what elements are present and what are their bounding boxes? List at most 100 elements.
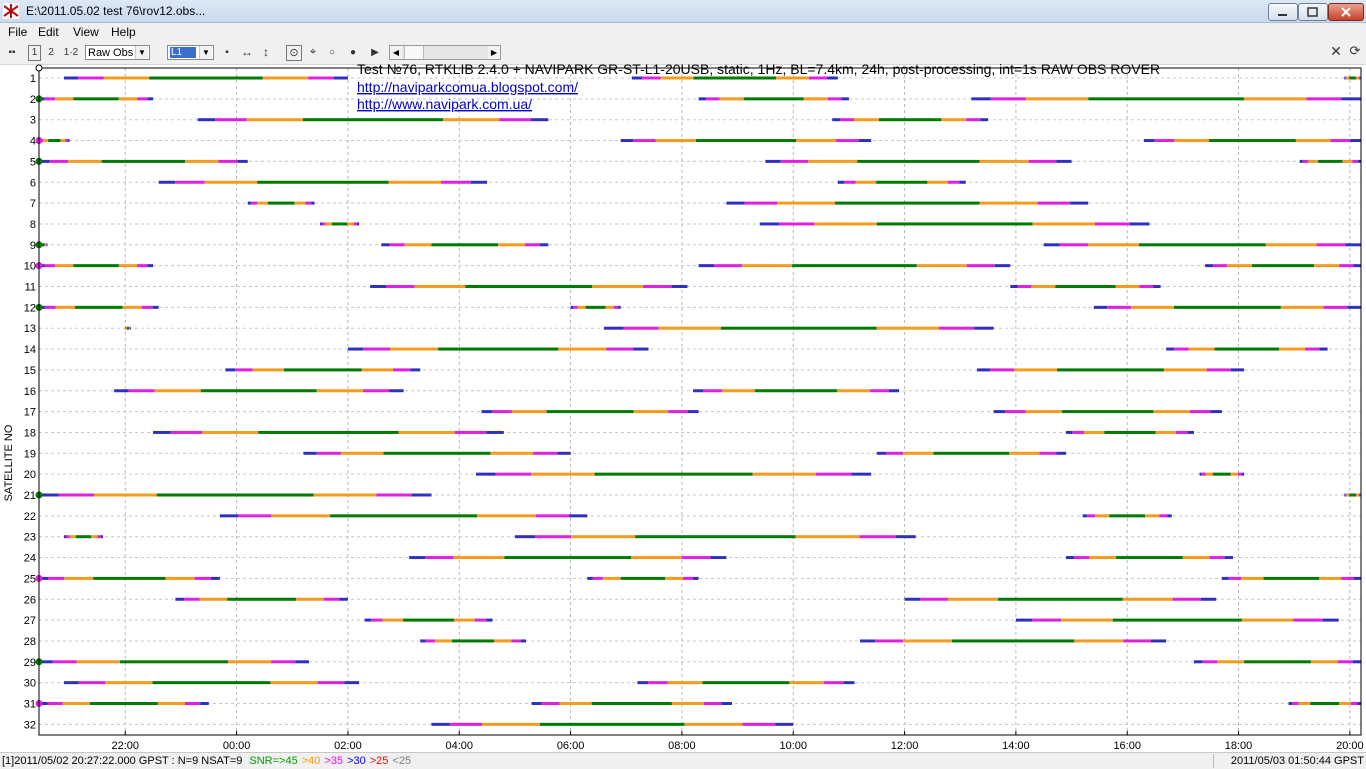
close-button[interactable] bbox=[1328, 3, 1364, 21]
pass-segment bbox=[1056, 159, 1072, 163]
pass-segment bbox=[431, 243, 499, 247]
pass-segment bbox=[340, 451, 384, 455]
y-tick-label: 30 bbox=[24, 678, 36, 690]
satellite-pass bbox=[364, 618, 493, 622]
pass-segment bbox=[1094, 222, 1130, 226]
site-link[interactable]: http://www.navipark.com.ua/ bbox=[357, 96, 532, 112]
pass-segment bbox=[1237, 472, 1242, 476]
satellite-pass bbox=[197, 118, 549, 122]
pass-segment bbox=[557, 451, 571, 455]
pass-segment bbox=[453, 556, 505, 560]
pass-segment bbox=[1347, 305, 1361, 309]
menu-edit[interactable]: Edit bbox=[38, 25, 59, 39]
pass-segment bbox=[1150, 639, 1167, 643]
y-tick-label: 1 bbox=[30, 73, 36, 85]
obs-type-select[interactable]: Raw Obs ▼ bbox=[85, 45, 150, 60]
dot-icon[interactable]: ▪ bbox=[222, 46, 232, 60]
pass-segment bbox=[998, 597, 1123, 601]
plot-onetwo-button[interactable]: 1·2 bbox=[63, 46, 79, 60]
y-tick-label: 7 bbox=[30, 198, 36, 210]
pass-segment bbox=[353, 222, 358, 226]
pass-segment bbox=[347, 347, 363, 351]
pass-segment bbox=[303, 451, 317, 455]
pass-segment bbox=[218, 159, 238, 163]
maximize-button[interactable] bbox=[1298, 3, 1328, 21]
pass-segment bbox=[490, 451, 534, 455]
pass-segment bbox=[1221, 576, 1229, 580]
pass-segment bbox=[511, 410, 547, 414]
origin-marker bbox=[35, 64, 43, 72]
pass-segment bbox=[44, 243, 47, 247]
circle-icon[interactable]: ○ bbox=[327, 46, 337, 60]
pass-segment bbox=[1061, 618, 1113, 622]
pass-segment bbox=[227, 660, 272, 664]
pass-segment bbox=[721, 389, 755, 393]
y-tick-label: 9 bbox=[30, 240, 36, 252]
pass-segment bbox=[137, 97, 148, 101]
menu-file[interactable]: File bbox=[8, 25, 27, 39]
pass-segment bbox=[44, 97, 55, 101]
pass-segment bbox=[648, 681, 668, 685]
pass-segment bbox=[44, 264, 55, 268]
pass-segment bbox=[165, 576, 195, 580]
center-origin-icon[interactable]: ⊙ bbox=[286, 45, 302, 61]
scroll-right-icon[interactable]: ▶ bbox=[488, 46, 500, 59]
pass-segment bbox=[904, 597, 921, 601]
pass-segment bbox=[1280, 305, 1324, 309]
pass-segment bbox=[52, 660, 77, 664]
satellite-pass bbox=[1010, 285, 1161, 288]
menu-help[interactable]: Help bbox=[111, 25, 136, 39]
y-tick-label: 29 bbox=[24, 657, 36, 669]
satellite-pass bbox=[1205, 264, 1361, 268]
pass-segment bbox=[1115, 285, 1140, 288]
status-time: [1]2011/05/02 20:27:22.000 GPST : N=9 NS… bbox=[2, 755, 243, 767]
pass-segment bbox=[69, 535, 76, 539]
pass-segment bbox=[1206, 368, 1231, 372]
band-select[interactable]: L1 ▼ bbox=[167, 45, 214, 60]
satellite-pass bbox=[481, 410, 699, 414]
crosshair-icon[interactable]: ⌖ bbox=[306, 45, 320, 59]
pass-segment bbox=[875, 639, 903, 643]
play-icon[interactable]: ▶ bbox=[370, 46, 380, 60]
pass-segment bbox=[43, 139, 49, 143]
plot-one-button[interactable]: 1 bbox=[28, 45, 41, 61]
point-icon[interactable]: ● bbox=[348, 46, 358, 60]
fit-vertical-icon[interactable]: ↕ bbox=[260, 45, 272, 59]
close-icon[interactable]: ✕ bbox=[1329, 44, 1343, 58]
x-tick-label: 22:00 bbox=[112, 740, 140, 752]
minimize-button[interactable] bbox=[1268, 3, 1298, 21]
pass-segment bbox=[743, 97, 804, 101]
pass-segment bbox=[1056, 451, 1066, 455]
fit-horizontal-icon[interactable]: ↔ bbox=[239, 45, 255, 59]
pass-segment bbox=[796, 139, 837, 143]
satellite-pass bbox=[759, 222, 1150, 226]
pass-segment bbox=[141, 305, 153, 309]
scroll-left-icon[interactable]: ◀ bbox=[390, 46, 402, 59]
pass-segment bbox=[558, 347, 607, 351]
x-tick-label: 12:00 bbox=[891, 740, 919, 752]
pass-segment bbox=[320, 222, 323, 226]
pass-segment bbox=[1104, 430, 1156, 434]
pass-segment bbox=[322, 222, 326, 226]
pass-segment bbox=[839, 118, 855, 122]
blog-link[interactable]: http://naviparkcomua.blogspot.com/ bbox=[357, 79, 578, 95]
time-scrollbar[interactable]: ◀ ▶ bbox=[389, 45, 501, 60]
satellite-pass bbox=[587, 576, 699, 580]
pass-segment bbox=[449, 722, 483, 726]
pass-segment bbox=[390, 347, 439, 351]
pass-segment bbox=[1032, 618, 1062, 622]
pass-segment bbox=[1189, 410, 1211, 414]
pause-icon[interactable]: ▪▪ bbox=[5, 46, 19, 60]
pass-segment bbox=[703, 702, 722, 705]
scroll-thumb[interactable] bbox=[404, 46, 424, 59]
pass-segment bbox=[74, 305, 123, 309]
refresh-icon[interactable]: ⟳ bbox=[1348, 44, 1362, 58]
pass-segment bbox=[122, 305, 142, 309]
plot-two-button[interactable]: 2 bbox=[46, 46, 56, 60]
menu-view[interactable]: View bbox=[73, 25, 99, 39]
pass-segment bbox=[225, 368, 236, 372]
pass-segment bbox=[535, 514, 569, 518]
pass-segment bbox=[714, 264, 743, 268]
pass-segment bbox=[393, 368, 411, 372]
pass-segment bbox=[886, 451, 904, 455]
